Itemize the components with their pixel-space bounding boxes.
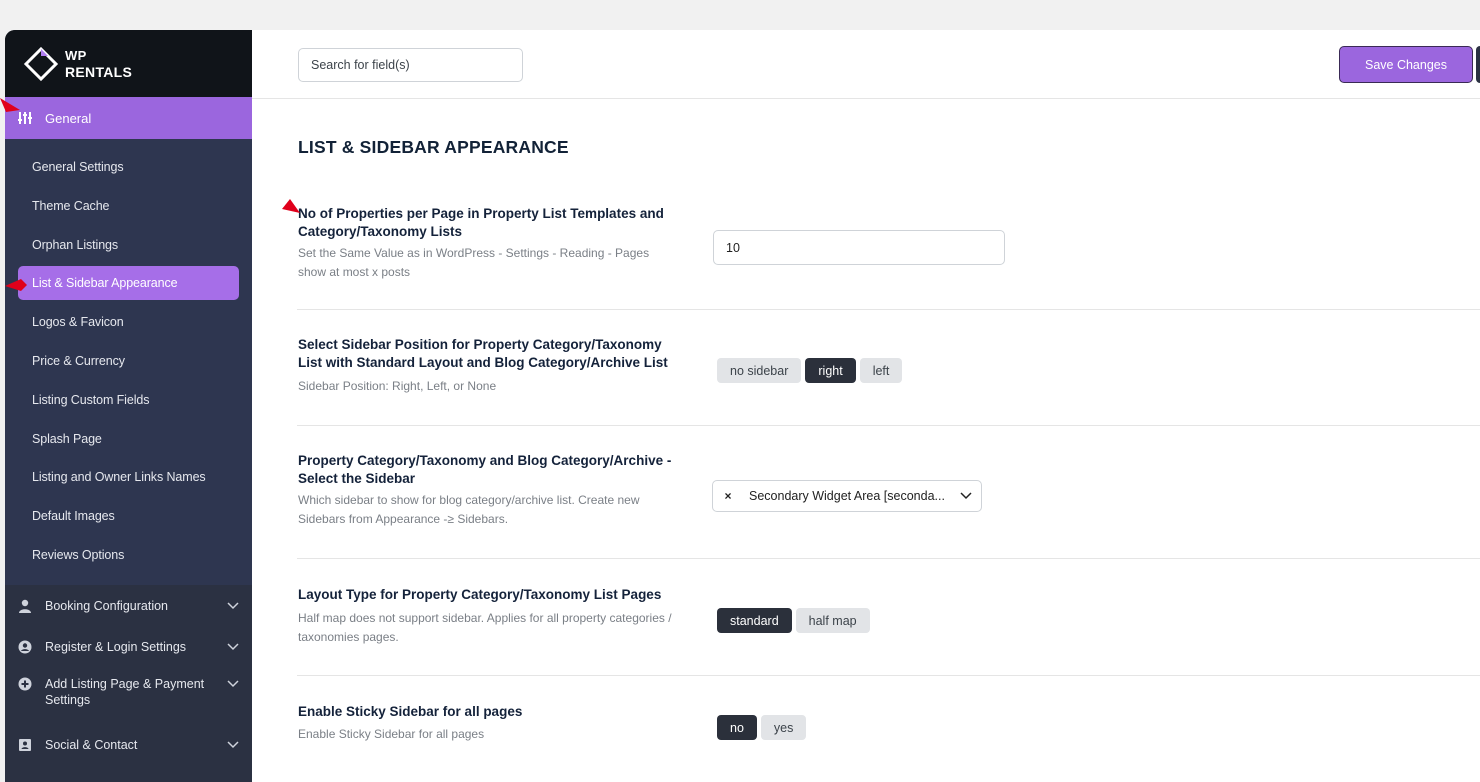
logo-line-2: RENTALS xyxy=(65,63,133,80)
sidebar-subnav: General Settings Theme Cache Orphan List… xyxy=(5,139,252,585)
sidebar-group-label: Booking Configuration xyxy=(45,598,168,613)
sidebar-item-default-images[interactable]: Default Images xyxy=(18,499,239,533)
sidebar-item-general-settings[interactable]: General Settings xyxy=(18,150,239,184)
option-properties-per-page: No of Properties per Page in Property Li… xyxy=(297,201,1480,310)
option-no-sidebar[interactable]: no sidebar xyxy=(717,358,802,383)
user-icon xyxy=(17,599,33,613)
sidebar: WP RENTALS General General Settings Them… xyxy=(5,30,252,782)
sidebar-item-logos-favicon[interactable]: Logos & Favicon xyxy=(18,305,239,339)
user-circle-icon xyxy=(17,640,33,654)
sidebar-group-booking[interactable]: Booking Configuration xyxy=(5,585,252,627)
sidebar-item-listing-custom-fields[interactable]: Listing Custom Fields xyxy=(18,383,239,417)
chevron-down-icon[interactable] xyxy=(951,492,981,500)
top-bar: Save Changes xyxy=(252,30,1480,99)
chevron-down-icon xyxy=(226,643,240,651)
clear-icon[interactable]: × xyxy=(713,489,743,503)
chevron-down-icon xyxy=(226,741,240,749)
option-label: Enable Sticky Sidebar for all pages xyxy=(298,704,523,719)
secondary-button-edge[interactable] xyxy=(1476,46,1480,83)
sidebar-section-label: General xyxy=(45,110,92,126)
option-label: Layout Type for Property Category/Taxono… xyxy=(298,587,662,602)
option-half-map[interactable]: half map xyxy=(795,608,870,633)
option-description: Enable Sticky Sidebar for all pages xyxy=(298,727,485,741)
chevron-down-icon xyxy=(226,602,240,610)
menu-icon xyxy=(17,773,33,782)
sidebar-group-register-login[interactable]: Register & Login Settings xyxy=(5,627,252,667)
option-layout-type: Layout Type for Property Category/Taxono… xyxy=(297,559,1480,676)
option-label: Select Sidebar Position for Property Cat… xyxy=(298,337,668,370)
sidebar-select[interactable]: × Secondary Widget Area [seconda... xyxy=(712,480,982,512)
sidebar-group-label: Register & Login Settings xyxy=(45,639,187,654)
option-label: No of Properties per Page in Property Li… xyxy=(298,206,664,239)
option-label: Property Category/Taxonomy and Blog Cate… xyxy=(298,453,672,486)
option-yes[interactable]: yes xyxy=(760,715,807,740)
sidebar-item-theme-cache[interactable]: Theme Cache xyxy=(18,189,239,223)
option-description: Set the Same Value as in WordPress - Set… xyxy=(298,246,650,279)
option-no[interactable]: no xyxy=(717,715,757,740)
annotation-arrow-icon xyxy=(5,279,27,291)
sidebar-group-social-contact[interactable]: Social & Contact xyxy=(5,725,252,765)
sidebar-item-list-sidebar-appearance[interactable]: List & Sidebar Appearance xyxy=(18,266,239,301)
layout-type-toggle: standard half map xyxy=(717,608,870,633)
sticky-sidebar-toggle: no yes xyxy=(717,715,807,740)
sidebar-group-label: Add Listing Page & Payment Settings xyxy=(45,676,205,707)
option-sidebar-position: Select Sidebar Position for Property Cat… xyxy=(297,310,1480,426)
sidebar-section-general[interactable]: General xyxy=(5,97,252,139)
option-description: Sidebar Position: Right, Left, or None xyxy=(298,379,497,393)
sidebar-item-reviews-options[interactable]: Reviews Options xyxy=(18,538,239,572)
option-right[interactable]: right xyxy=(805,358,856,383)
brand-logo[interactable]: WP RENTALS xyxy=(5,30,252,97)
option-description: Half map does not support sidebar. Appli… xyxy=(298,611,672,644)
page-title: LIST & SIDEBAR APPEARANCE xyxy=(298,137,569,157)
sidebar-group-partial[interactable] xyxy=(5,765,252,782)
annotation-arrow-icon xyxy=(282,199,300,213)
logo-text: WP RENTALS xyxy=(65,48,132,80)
main-content: Save Changes LIST & SIDEBAR APPEARANCE N… xyxy=(252,30,1480,782)
contact-card-icon xyxy=(17,738,33,752)
option-description: Which sidebar to show for blog category/… xyxy=(298,493,640,526)
chevron-down-icon xyxy=(226,680,240,688)
logo-line-1: WP xyxy=(65,47,87,63)
plus-circle-icon xyxy=(17,677,33,691)
option-standard[interactable]: standard xyxy=(717,608,792,633)
annotation-arrow-icon xyxy=(0,98,20,112)
option-select-sidebar: Property Category/Taxonomy and Blog Cate… xyxy=(297,426,1480,559)
sidebar-group-label: Social & Contact xyxy=(45,737,138,752)
search-input[interactable] xyxy=(298,48,523,82)
logo-icon xyxy=(23,46,59,82)
sidebar-item-price-currency[interactable]: Price & Currency xyxy=(18,344,239,378)
option-left[interactable]: left xyxy=(859,358,903,383)
sidebar-item-orphan-listings[interactable]: Orphan Listings xyxy=(18,228,239,262)
sidebar-select-value: Secondary Widget Area [seconda... xyxy=(749,489,945,503)
sidebar-position-toggle: no sidebar right left xyxy=(717,358,903,383)
properties-per-page-input[interactable]: 10 xyxy=(713,230,1005,265)
sidebar-item-listing-owner-links[interactable]: Listing and Owner Links Names xyxy=(18,460,239,494)
save-changes-button[interactable]: Save Changes xyxy=(1339,46,1473,83)
app-window: WP RENTALS General General Settings Them… xyxy=(5,30,1480,782)
option-sticky-sidebar: Enable Sticky Sidebar for all pages Enab… xyxy=(297,676,1480,782)
sidebar-group-add-listing[interactable]: Add Listing Page & Payment Settings xyxy=(5,667,252,725)
sidebar-item-splash-page[interactable]: Splash Page xyxy=(18,422,239,456)
sidebar-groups: Booking Configuration Register & Login S… xyxy=(5,584,252,782)
